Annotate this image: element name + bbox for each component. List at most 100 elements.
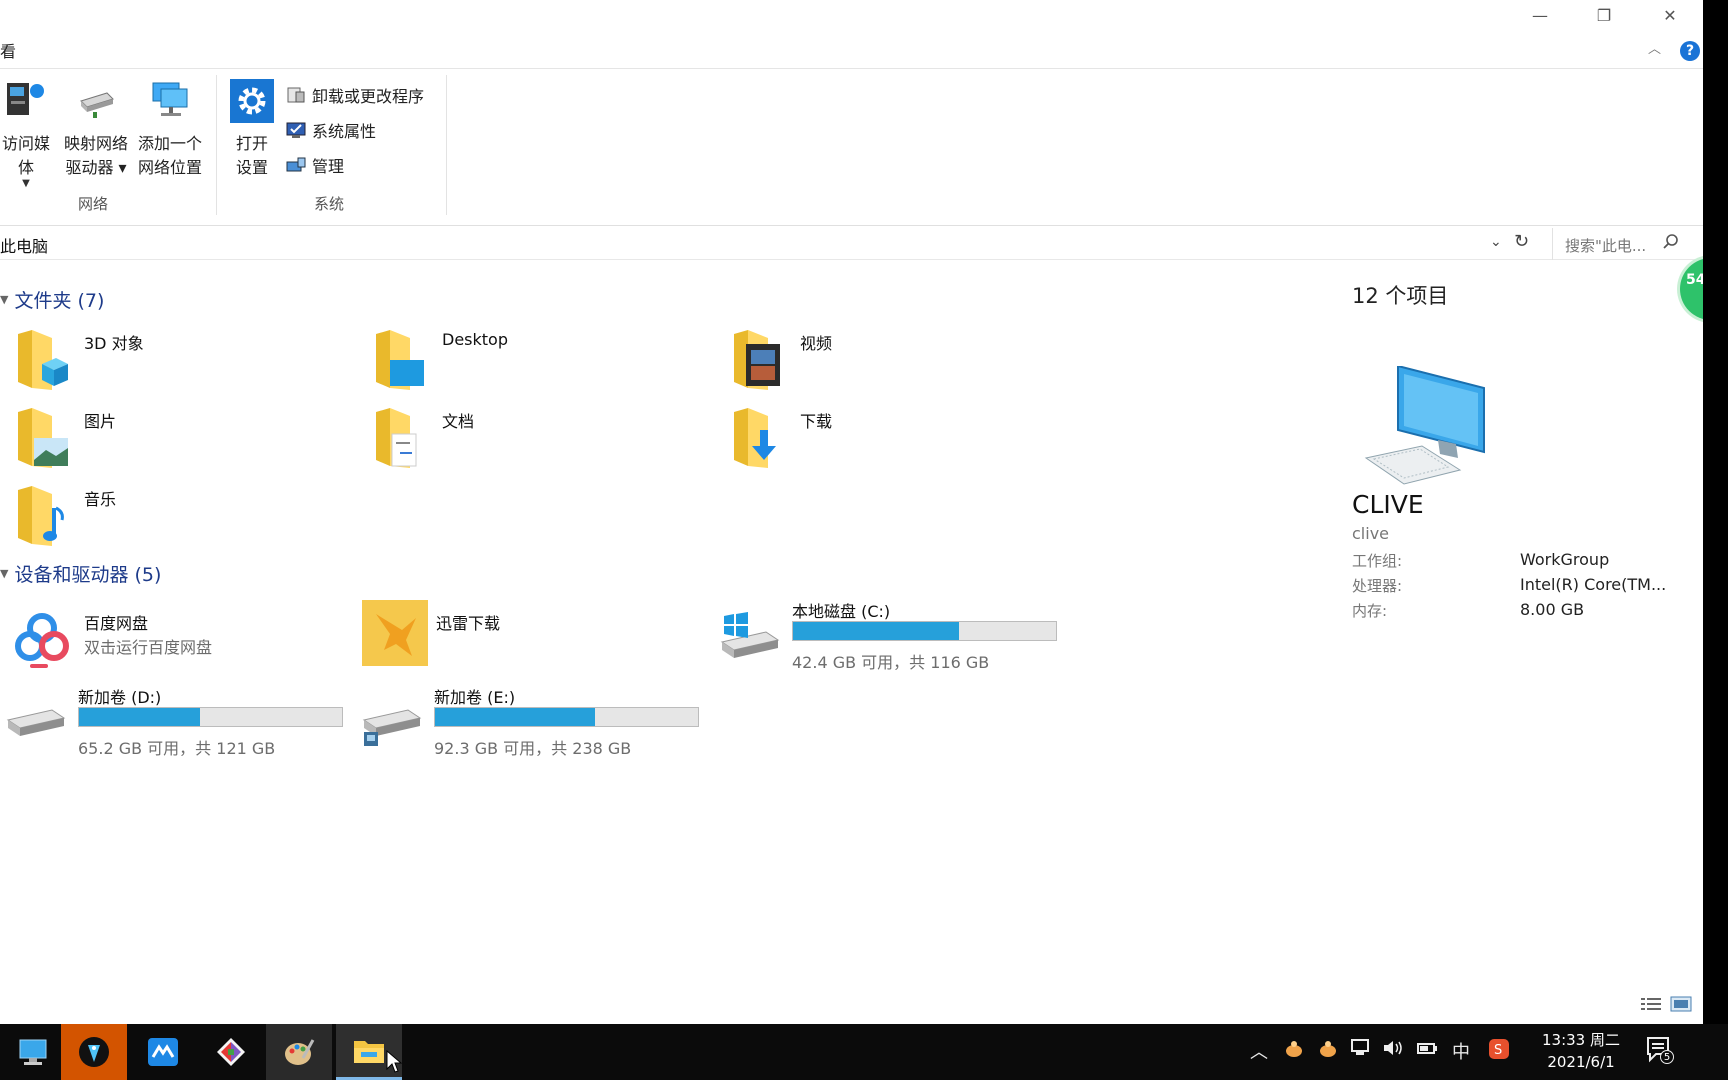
open-settings-label-2: 设置 [235, 158, 268, 177]
drive-name: 新加卷 (E:) [434, 688, 516, 707]
3d-objects-folder-icon [18, 330, 68, 390]
taskbar-mail-app[interactable] [130, 1024, 196, 1080]
tray-app-icon[interactable] [1318, 1038, 1338, 1063]
computer-user: clive [1352, 524, 1389, 543]
prop-memory-key: 内存: [1352, 602, 1388, 620]
restore-icon: ❐ [1596, 5, 1612, 25]
map-network-drive-button[interactable]: 映射网络 驱动器 ▾ [60, 79, 132, 180]
system-properties-button[interactable]: 系统属性 [286, 118, 376, 142]
search-input[interactable]: 搜索"此电... [1552, 228, 1686, 260]
network-icon[interactable] [1350, 1038, 1372, 1063]
add-network-location-button[interactable]: 添加一个 网络位置 [134, 79, 206, 180]
computer-icon [1364, 366, 1485, 485]
devices-header-label: 设备和驱动器 (5) [14, 564, 162, 586]
prop-processor-value: Intel(R) Core(TM... [1520, 575, 1667, 594]
folder-name: Desktop [442, 330, 508, 349]
close-button[interactable]: ✕ [1640, 0, 1700, 30]
uninstall-icon [287, 87, 305, 103]
ribbon-collapse-icon[interactable]: ︿ [1648, 38, 1661, 57]
address-history-chevron-icon[interactable]: ⌄ [1490, 234, 1502, 250]
manage-button[interactable]: 管理 [286, 153, 344, 177]
show-hidden-icons-chevron-icon[interactable]: ︿ [1250, 1038, 1268, 1064]
minimize-button[interactable]: — [1510, 0, 1570, 30]
network-drive-icon [80, 92, 114, 118]
close-icon: ✕ [1663, 5, 1677, 25]
hard-drive-icon [362, 709, 422, 746]
item-count: 12 个项目 [1352, 284, 1449, 308]
system-group-label: 系统 [314, 195, 345, 213]
taskbar-code-app[interactable] [198, 1024, 264, 1080]
minimize-icon: — [1532, 5, 1548, 25]
floating-assistant-badge[interactable]: 54 [1680, 258, 1703, 320]
taskbar-paint-app[interactable] [266, 1024, 332, 1080]
access-media-label: 访问媒体 [1, 134, 50, 177]
folders-section-header[interactable]: ▼ 文件夹 (7) [0, 286, 104, 313]
action-center-button[interactable]: 5 [1646, 1036, 1674, 1069]
restore-button[interactable]: ❐ [1574, 0, 1634, 30]
svg-text:S: S [1494, 1043, 1502, 1058]
map-drive-label-1: 映射网络 [63, 134, 128, 153]
drive-name: 新加卷 (D:) [78, 688, 162, 707]
ribbon-tab-view[interactable]: 看 [0, 38, 16, 62]
clock-date[interactable]: 2021/6/1 [1536, 1053, 1626, 1071]
folder-name: 视频 [800, 334, 833, 353]
system-properties-icon [286, 122, 306, 138]
music-folder-icon [18, 486, 64, 546]
large-icons-view-icon[interactable] [1670, 996, 1692, 1012]
folder-name: 音乐 [84, 490, 117, 509]
clock-time[interactable]: 13:33 周二 [1536, 1029, 1626, 1050]
settings-gear-icon [230, 79, 274, 123]
map-drive-label-2: 驱动器 ▾ [65, 158, 127, 177]
notification-count: 5 [1660, 1050, 1674, 1064]
drive-usage-bar [434, 707, 699, 727]
drive-usage-fill [793, 622, 959, 640]
mouse-cursor-icon [386, 1049, 403, 1078]
open-settings-label-1: 打开 [235, 134, 268, 153]
network-location-icon [152, 82, 188, 116]
pictures-folder-icon [18, 408, 68, 468]
sogou-ime-icon[interactable]: S [1488, 1038, 1510, 1065]
documents-folder-icon [376, 408, 417, 468]
taskbar: ︿ 中 S 13:33 周二 2021/6/1 5 [0, 1024, 1728, 1080]
baidu-subtitle: 双击运行百度网盘 [84, 638, 213, 657]
power-icon[interactable] [1416, 1038, 1438, 1063]
manage-label: 管理 [312, 157, 345, 176]
code-app-icon [217, 1038, 245, 1066]
input-method-indicator[interactable]: 中 [1452, 1038, 1470, 1064]
taskbar-tablet-app[interactable] [61, 1024, 127, 1080]
tray-app-icon[interactable] [1284, 1038, 1304, 1063]
prop-memory-value: 8.00 GB [1520, 600, 1585, 619]
devices-section-header[interactable]: ▼ 设备和驱动器 (5) [0, 560, 161, 587]
file-explorer-window: — ❐ ✕ 看 ︿ ? 访问媒体 ▼ 映射网络 驱动器 ▾ 添加一个 网络位置 … [0, 0, 1703, 1024]
uninstall-label: 卸载或更改程序 [312, 87, 425, 106]
folders-header-label: 文件夹 (7) [14, 290, 105, 312]
taskbar-this-pc[interactable] [0, 1024, 66, 1080]
ribbon: 访问媒体 ▼ 映射网络 驱动器 ▾ 添加一个 网络位置 网络 打开 设置 卸载或… [0, 68, 1703, 226]
drive-usage-fill [435, 708, 596, 726]
downloads-folder-icon [734, 408, 776, 468]
address-bar[interactable]: 此电脑 ⌄ ↻ 搜索"此电... [0, 228, 1703, 260]
search-placeholder: 搜索"此电... [1565, 237, 1647, 255]
desktop-folder-icon [376, 330, 424, 390]
uninstall-program-button[interactable]: 卸载或更改程序 [286, 83, 424, 107]
paint-app-icon [285, 1039, 315, 1065]
help-icon[interactable]: ? [1680, 41, 1700, 61]
chevron-down-icon: ▼ [0, 293, 9, 306]
prop-workgroup-key: 工作组: [1352, 552, 1403, 570]
videos-folder-icon [734, 330, 780, 390]
media-icon [7, 83, 44, 115]
access-media-button[interactable]: 访问媒体 ▼ [0, 79, 56, 189]
open-settings-button[interactable]: 打开 设置 [224, 79, 280, 180]
volume-icon[interactable] [1382, 1038, 1404, 1063]
ribbon-separator [216, 75, 217, 215]
refresh-icon[interactable]: ↻ [1514, 231, 1529, 252]
mail-app-icon [148, 1038, 178, 1066]
folder-name: 文档 [442, 412, 475, 431]
ribbon-separator [446, 75, 447, 215]
folder-name: 图片 [84, 412, 117, 431]
baidu-netdisk-icon [15, 613, 69, 668]
details-view-icon[interactable] [1640, 996, 1662, 1012]
prop-processor-key: 处理器: [1352, 577, 1403, 595]
address-path[interactable]: 此电脑 [0, 233, 48, 257]
drive-usage-fill [79, 708, 200, 726]
